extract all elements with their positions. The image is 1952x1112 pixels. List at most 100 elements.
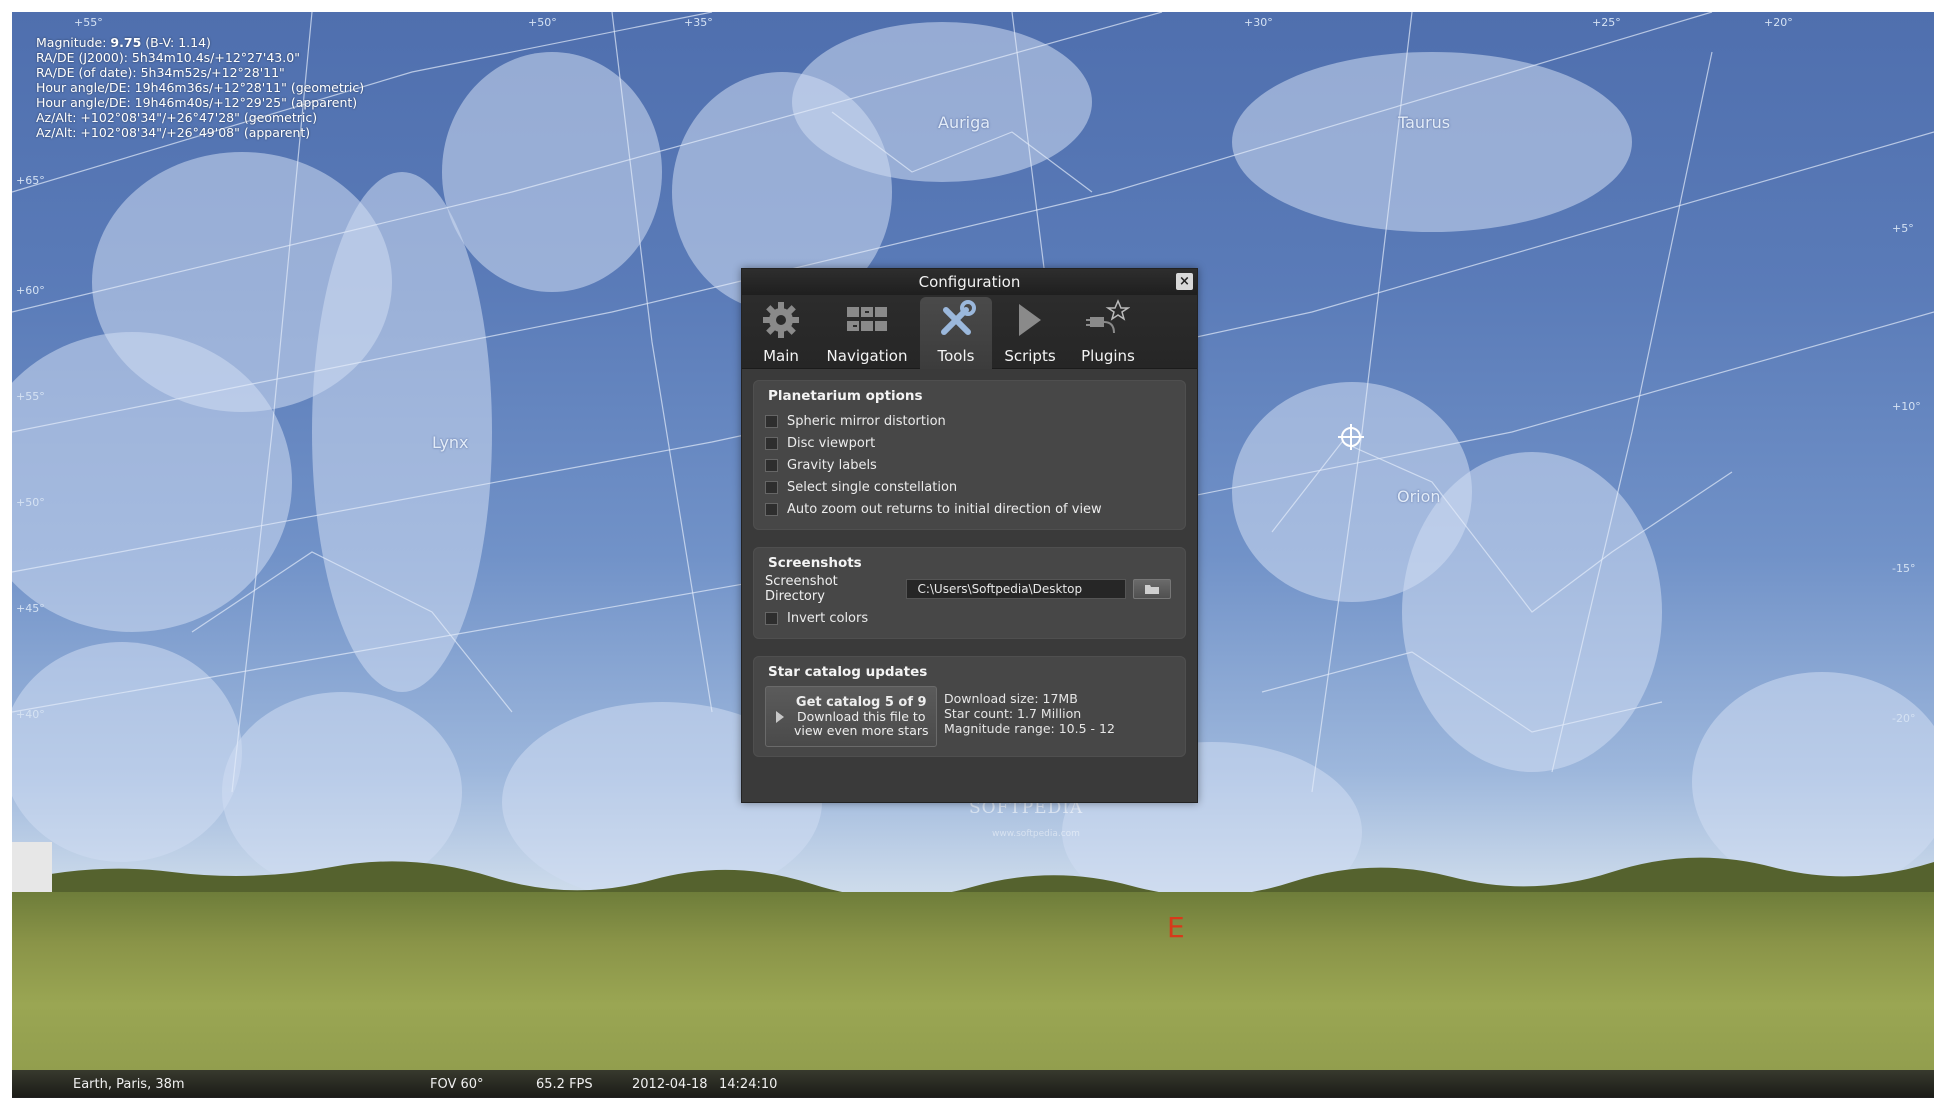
tab-tools[interactable]: Tools — [920, 297, 992, 369]
checkbox[interactable] — [765, 436, 778, 450]
catalog-info: Download size: 17MB Star count: 1.7 Mill… — [944, 686, 1115, 736]
planetarium-options-group: Planetarium options Spheric mirror disto… — [753, 380, 1186, 530]
option-invert-colors[interactable]: Invert colors — [765, 607, 1171, 629]
grid-label: +10° — [1892, 400, 1921, 413]
group-title: Star catalog updates — [768, 664, 928, 680]
browse-folder-button[interactable] — [1133, 579, 1171, 599]
option-disc-viewport[interactable]: Disc viewport — [765, 432, 1171, 454]
grid-label: -15° — [1892, 562, 1916, 575]
checkbox[interactable] — [765, 414, 778, 428]
option-auto-zoom-out[interactable]: Auto zoom out returns to initial directi… — [765, 498, 1171, 520]
dialog-titlebar[interactable]: Configuration × — [742, 269, 1197, 295]
checkbox[interactable] — [765, 502, 778, 516]
option-label: Auto zoom out returns to initial directi… — [787, 501, 1102, 517]
grid-label: +55° — [16, 390, 45, 403]
grid-label: +65° — [16, 174, 45, 187]
screenshot-directory-input[interactable]: C:\Users\Softpedia\Desktop — [906, 579, 1127, 599]
grid-label: +25° — [1592, 16, 1621, 29]
selected-star-marker[interactable] — [1338, 424, 1364, 450]
grid-label: +50° — [16, 496, 45, 509]
magnitude-value: 9.75 — [110, 35, 142, 50]
info-line: RA/DE (of date): 5h34m52s/+12°28'11" — [36, 65, 285, 80]
screenshot-directory-row: Screenshot Directory C:\Users\Softpedia\… — [765, 574, 1171, 604]
tab-label: Navigation — [826, 347, 908, 365]
catalog-row: Get catalog 5 of 9 Download this file to… — [765, 686, 1171, 747]
tools-icon — [934, 299, 978, 341]
fov-status: FOV 60° — [430, 1077, 484, 1092]
tab-plugins[interactable]: Plugins — [1068, 295, 1148, 369]
folder-icon — [1145, 585, 1160, 594]
tab-scripts[interactable]: Scripts — [992, 295, 1068, 369]
option-label: Invert colors — [787, 610, 869, 626]
option-label: Gravity labels — [787, 457, 877, 473]
option-label: Spheric mirror distortion — [787, 413, 946, 429]
close-button[interactable]: × — [1176, 273, 1193, 290]
checkbox[interactable] — [765, 458, 778, 472]
group-title: Planetarium options — [768, 388, 923, 404]
option-single-constellation[interactable]: Select single constellation — [765, 476, 1171, 498]
dialog-title: Configuration — [918, 273, 1021, 291]
constellation-label-orion[interactable]: Orion — [1397, 487, 1441, 506]
ground-landscape — [12, 892, 1934, 1097]
grid-label: +55° — [74, 16, 103, 29]
tab-label: Main — [763, 347, 799, 365]
constellation-label-auriga[interactable]: Auriga — [938, 113, 990, 132]
grid-label: +30° — [1244, 16, 1273, 29]
magnitude-range: Magnitude range: 10.5 - 12 — [944, 721, 1115, 736]
grid-label: +40° — [16, 708, 45, 721]
star-catalog-group: Star catalog updates Get catalog 5 of 9 … — [753, 656, 1186, 757]
star-count: Star count: 1.7 Million — [944, 706, 1082, 721]
catalog-button-line: view even more stars — [794, 722, 929, 738]
play-icon — [1008, 299, 1052, 341]
plugin-icon — [1086, 299, 1130, 341]
checkbox[interactable] — [765, 611, 778, 625]
tab-label: Plugins — [1081, 347, 1135, 365]
compass-east-label: E — [1167, 911, 1185, 944]
object-info: Magnitude: 9.75 (B-V: 1.14) RA/DE (J2000… — [36, 35, 364, 140]
magnitude-label: Magnitude: — [36, 35, 107, 50]
directory-label: Screenshot Directory — [765, 574, 838, 604]
status-bar: Earth, Paris, 38m FOV 60° 65.2 FPS 2012-… — [12, 1070, 1934, 1098]
grid-label: +45° — [16, 602, 45, 615]
option-gravity-labels[interactable]: Gravity labels — [765, 454, 1171, 476]
date-status[interactable]: 2012-04-18 — [632, 1077, 708, 1092]
tab-label: Tools — [937, 347, 975, 365]
info-line: Hour angle/DE: 19h46m40s/+12°29'25" (app… — [36, 95, 358, 110]
option-spheric-mirror[interactable]: Spheric mirror distortion — [765, 410, 1171, 432]
watermark-url: www.softpedia.com — [992, 829, 1080, 839]
location-status[interactable]: Earth, Paris, 38m — [73, 1077, 185, 1092]
info-line: Az/Alt: +102°08'34"/+26°47'28" (geometri… — [36, 110, 318, 125]
configuration-dialog: Configuration × Main Navigation Tools Sc… — [741, 268, 1198, 803]
navigation-icon — [845, 299, 889, 341]
checkbox[interactable] — [765, 480, 778, 494]
bv-value: (B-V: 1.14) — [145, 35, 211, 50]
grid-label: +50° — [528, 16, 557, 29]
group-title: Screenshots — [768, 555, 862, 571]
option-label: Select single constellation — [787, 479, 958, 495]
tab-navigation[interactable]: Navigation — [814, 295, 920, 369]
tab-bar: Main Navigation Tools Scripts Plugins — [742, 295, 1197, 369]
grid-label: -20° — [1892, 712, 1916, 725]
tab-main[interactable]: Main — [748, 295, 814, 369]
info-line: Az/Alt: +102°08'34"/+26°49'08" (apparent… — [36, 125, 311, 140]
download-size: Download size: 17MB — [944, 691, 1078, 706]
info-line: Hour angle/DE: 19h46m36s/+12°28'11" (geo… — [36, 80, 365, 95]
screenshots-group: Screenshots Screenshot Directory C:\User… — [753, 547, 1186, 639]
grid-label: +5° — [1892, 222, 1914, 235]
grid-label: +60° — [16, 284, 45, 297]
fps-status: 65.2 FPS — [536, 1077, 593, 1092]
catalog-button-line: Download this file to — [797, 708, 926, 724]
grid-label: +35° — [684, 16, 713, 29]
gear-icon — [759, 299, 803, 341]
dialog-body: Planetarium options Spheric mirror disto… — [742, 369, 1197, 768]
catalog-button-title: Get catalog 5 of 9 — [795, 694, 927, 710]
option-label: Disc viewport — [787, 435, 876, 451]
play-icon — [776, 710, 784, 723]
constellation-label-taurus[interactable]: Taurus — [1398, 113, 1450, 132]
time-status[interactable]: 14:24:10 — [719, 1077, 777, 1092]
constellation-label-lynx[interactable]: Lynx — [432, 433, 469, 452]
tab-label: Scripts — [1004, 347, 1056, 365]
info-line: RA/DE (J2000): 5h34m10.4s/+12°27'43.0" — [36, 50, 300, 65]
grid-label: +20° — [1764, 16, 1793, 29]
get-catalog-button[interactable]: Get catalog 5 of 9 Download this file to… — [765, 686, 937, 747]
